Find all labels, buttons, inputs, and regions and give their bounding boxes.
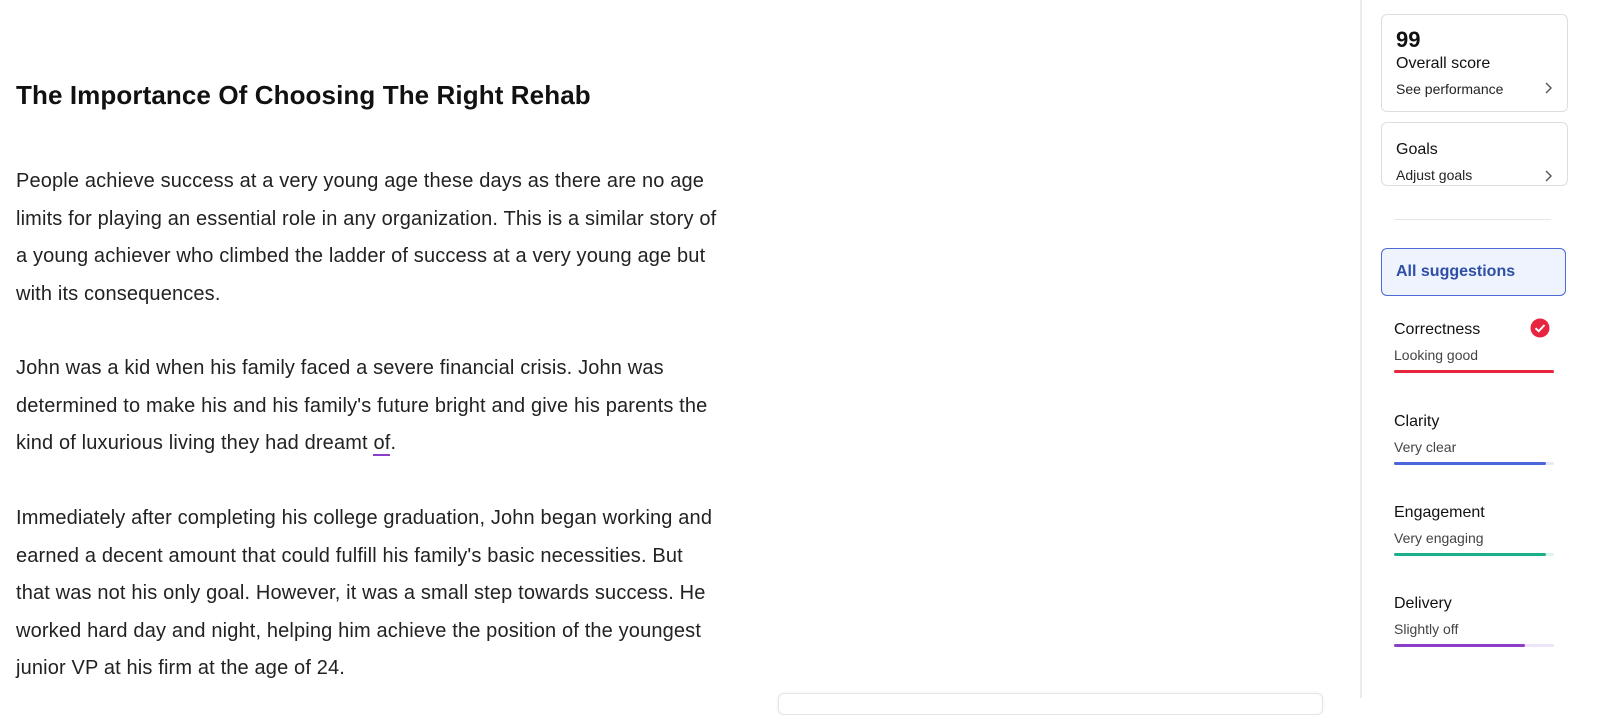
category-progress-fill: [1394, 462, 1546, 465]
overall-score-label: Overall score: [1396, 55, 1491, 72]
document-editor[interactable]: The Importance Of Choosing The Right Reh…: [0, 0, 1360, 715]
paragraph[interactable]: John was a kid when his family faced a s…: [16, 350, 721, 463]
category-status: Looking good: [1394, 347, 1479, 363]
divider: [1394, 219, 1551, 220]
overall-score-value: 99: [1396, 27, 1421, 52]
see-performance-link[interactable]: See performance: [1396, 81, 1503, 97]
goals-label: Goals: [1396, 141, 1438, 158]
paragraph-text: John was a kid when his family faced a s…: [16, 357, 708, 454]
category-progress-fill: [1394, 370, 1554, 373]
document-title[interactable]: The Importance Of Choosing The Right Reh…: [16, 80, 591, 111]
chevron-right-icon[interactable]: [1541, 81, 1555, 95]
category-engagement[interactable]: Engagement Very engaging: [1394, 501, 1554, 571]
category-name: Clarity: [1394, 413, 1440, 430]
category-status: Very clear: [1394, 439, 1457, 455]
adjust-goals-link[interactable]: Adjust goals: [1396, 167, 1472, 183]
category-status: Very engaging: [1394, 530, 1484, 546]
all-suggestions-tab[interactable]: All suggestions: [1381, 248, 1566, 296]
paragraph[interactable]: People achieve success at a very young a…: [16, 163, 721, 313]
all-suggestions-label: All suggestions: [1396, 263, 1516, 280]
category-progress-bar: [1394, 553, 1554, 556]
category-correctness[interactable]: Correctness Looking good: [1394, 318, 1554, 388]
category-progress-fill: [1394, 644, 1526, 647]
paragraph-text: .: [390, 432, 397, 454]
category-progress-bar: [1394, 370, 1554, 373]
category-delivery[interactable]: Delivery Slightly off: [1394, 592, 1554, 662]
check-circle-icon: [1530, 318, 1550, 338]
flagged-word[interactable]: of: [373, 432, 391, 456]
category-name: Delivery: [1394, 595, 1452, 612]
category-progress-bar: [1394, 462, 1554, 465]
floating-panel: [778, 693, 1323, 715]
chevron-right-icon[interactable]: [1541, 169, 1555, 183]
category-progress-bar: [1394, 644, 1554, 647]
category-progress-fill: [1394, 553, 1546, 556]
paragraph[interactable]: Immediately after completing his college…: [16, 500, 721, 688]
category-clarity[interactable]: Clarity Very clear: [1394, 410, 1554, 480]
assistant-sidebar: 99 Overall score See performance Goals A…: [1360, 0, 1600, 698]
category-name: Engagement: [1394, 504, 1485, 521]
overall-score-card[interactable]: 99 Overall score See performance: [1381, 14, 1568, 112]
category-name: Correctness: [1394, 321, 1481, 338]
category-status: Slightly off: [1394, 621, 1459, 637]
goals-card[interactable]: Goals Adjust goals: [1381, 122, 1568, 186]
